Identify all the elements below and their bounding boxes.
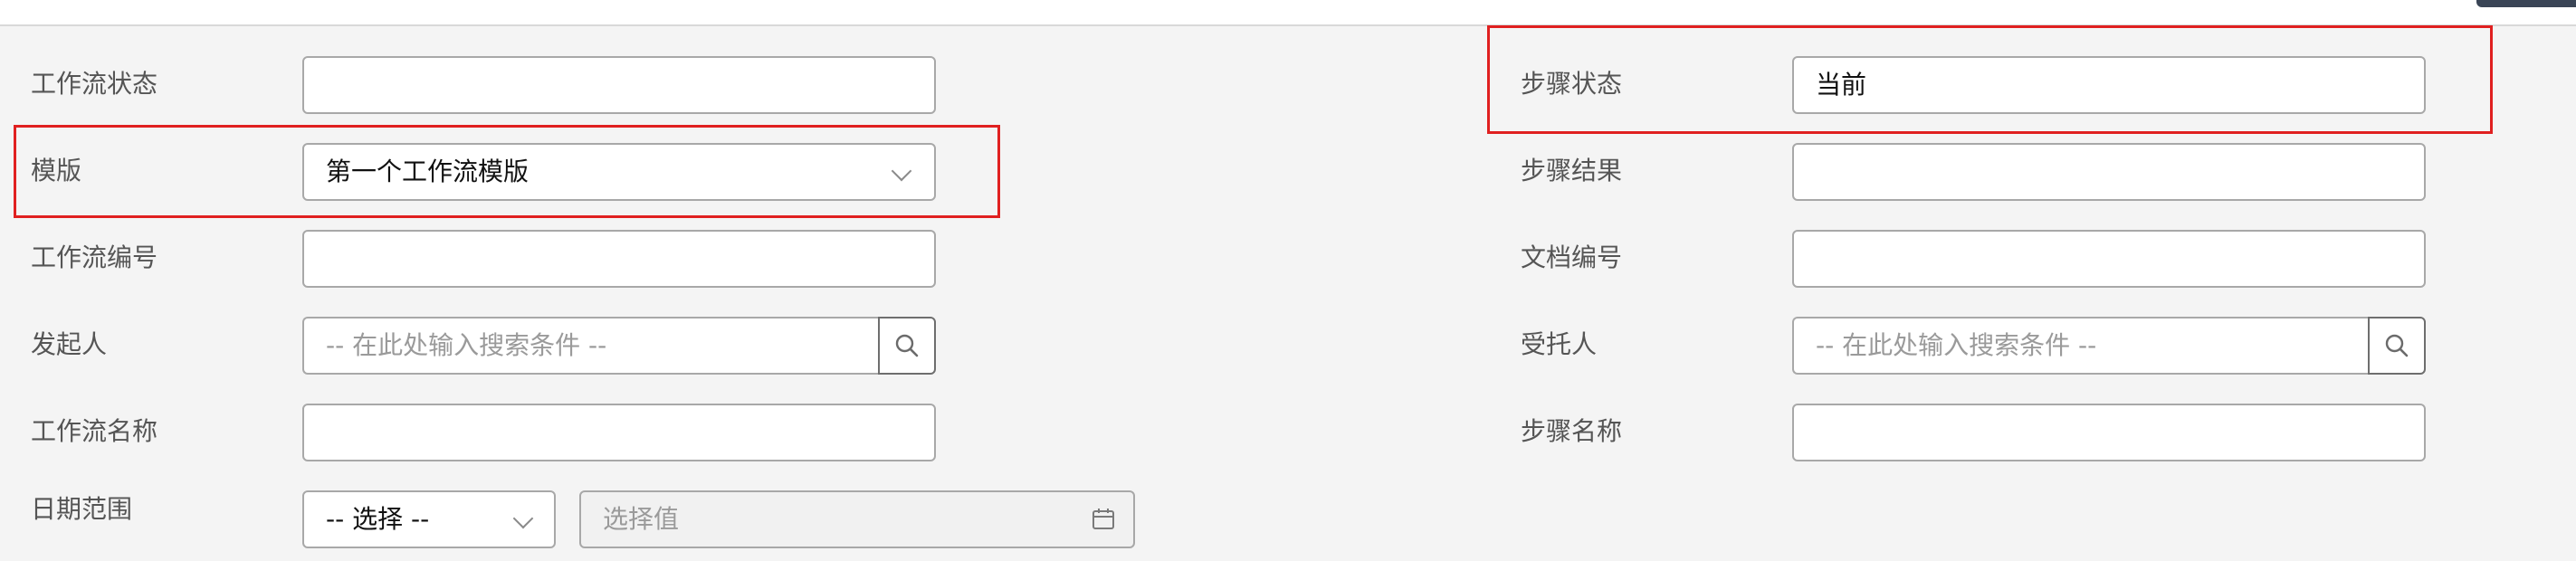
date-range-select-value: -- 选择 -- bbox=[326, 504, 430, 534]
assignee-placeholder: -- 在此处输入搜索条件 -- bbox=[1816, 330, 2097, 360]
step-result-input[interactable] bbox=[1792, 143, 2426, 201]
assignee-label: 受托人 bbox=[1521, 329, 1598, 359]
chevron-down-icon bbox=[891, 160, 912, 182]
workflow-status-input[interactable] bbox=[302, 56, 936, 114]
template-select[interactable]: 第一个工作流模版 bbox=[302, 143, 936, 201]
assignee-search-input[interactable]: -- 在此处输入搜索条件 -- bbox=[1792, 317, 2370, 375]
workflow-number-label: 工作流编号 bbox=[31, 242, 158, 272]
date-value-placeholder: 选择值 bbox=[603, 504, 680, 534]
document-number-label: 文档编号 bbox=[1521, 242, 1623, 272]
initiator-search-input[interactable]: -- 在此处输入搜索条件 -- bbox=[302, 317, 880, 375]
initiator-placeholder: -- 在此处输入搜索条件 -- bbox=[326, 330, 607, 360]
top-right-button[interactable] bbox=[2476, 0, 2576, 7]
initiator-label: 发起人 bbox=[31, 329, 108, 359]
template-label: 模版 bbox=[31, 156, 82, 185]
date-range-label: 日期范围 bbox=[31, 494, 133, 524]
document-number-input[interactable] bbox=[1792, 230, 2426, 288]
step-status-label: 步骤状态 bbox=[1521, 69, 1623, 99]
step-status-value: 当前 bbox=[1816, 70, 1867, 100]
workflow-name-input[interactable] bbox=[302, 404, 936, 461]
step-status-input[interactable]: 当前 bbox=[1792, 56, 2426, 114]
step-name-input[interactable] bbox=[1792, 404, 2426, 461]
workflow-status-label: 工作流状态 bbox=[31, 69, 158, 99]
step-result-label: 步骤结果 bbox=[1521, 156, 1623, 185]
top-bar bbox=[0, 0, 2576, 26]
assignee-search-button[interactable] bbox=[2368, 317, 2426, 375]
chevron-down-icon bbox=[512, 508, 534, 529]
workflow-number-input[interactable] bbox=[302, 230, 936, 288]
initiator-search-button[interactable] bbox=[878, 317, 936, 375]
workflow-name-label: 工作流名称 bbox=[31, 416, 158, 446]
search-icon bbox=[895, 334, 919, 357]
date-value-input[interactable]: 选择值 bbox=[579, 490, 1135, 548]
date-range-select[interactable]: -- 选择 -- bbox=[302, 490, 556, 548]
calendar-icon[interactable] bbox=[1092, 508, 1115, 531]
search-icon bbox=[2385, 334, 2409, 357]
step-name-label: 步骤名称 bbox=[1521, 416, 1623, 446]
template-value: 第一个工作流模版 bbox=[326, 157, 530, 186]
